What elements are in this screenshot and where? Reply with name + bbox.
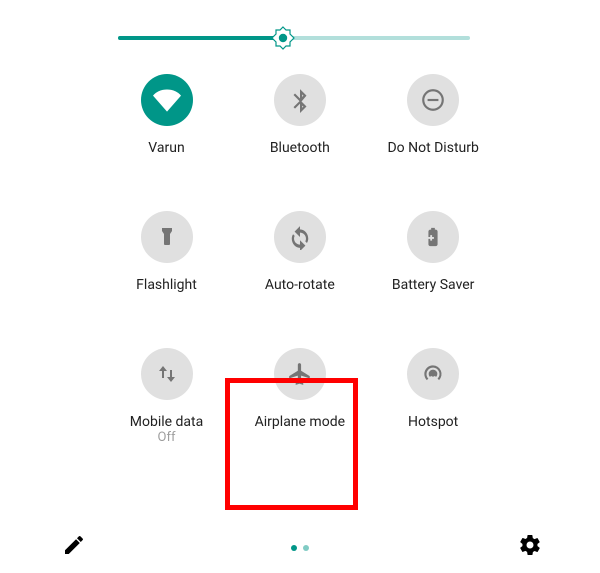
tile-airplane-mode[interactable]: Airplane mode [233,348,366,446]
tile-bluetooth[interactable]: Bluetooth [233,74,366,157]
page-dot-1 [291,545,297,551]
hotspot-icon [407,348,459,400]
tile-mobile-data-label: Mobile data [130,414,203,431]
tile-bluetooth-label: Bluetooth [270,140,330,157]
tile-dnd-label: Do Not Disturb [387,140,478,157]
quick-settings-grid: Varun Bluetooth Do Not Disturb Flashligh… [100,74,500,446]
tile-autorotate[interactable]: Auto-rotate [233,211,366,294]
tile-battery-saver[interactable]: Battery Saver [367,211,500,294]
dnd-icon [407,74,459,126]
airplane-icon [274,348,326,400]
autorotate-icon [274,211,326,263]
gear-icon [518,533,542,557]
wifi-icon [141,74,193,126]
tile-dnd[interactable]: Do Not Disturb [367,74,500,157]
tile-hotspot[interactable]: Hotspot [367,348,500,446]
bluetooth-icon [274,74,326,126]
settings-button[interactable] [518,533,544,559]
flashlight-icon [141,211,193,263]
slider-fill [118,36,283,40]
pencil-icon [62,533,86,557]
mobile-data-icon [141,348,193,400]
battery-saver-icon [407,211,459,263]
brightness-slider[interactable] [118,24,470,52]
tile-autorotate-label: Auto-rotate [265,277,335,294]
tile-battery-saver-label: Battery Saver [392,277,475,294]
page-indicator [291,545,309,551]
tile-flashlight-label: Flashlight [136,277,197,294]
tile-hotspot-label: Hotspot [408,414,458,431]
tile-wifi-label: Varun [148,140,184,157]
edit-button[interactable] [62,533,88,559]
tile-airplane-label: Airplane mode [255,414,345,431]
tile-mobile-data[interactable]: Mobile data Off [100,348,233,446]
tile-flashlight[interactable]: Flashlight [100,211,233,294]
page-dot-2 [303,545,309,551]
brightness-icon[interactable] [271,26,295,50]
tile-mobile-data-sublabel: Off [158,430,176,446]
tile-wifi[interactable]: Varun [100,74,233,157]
